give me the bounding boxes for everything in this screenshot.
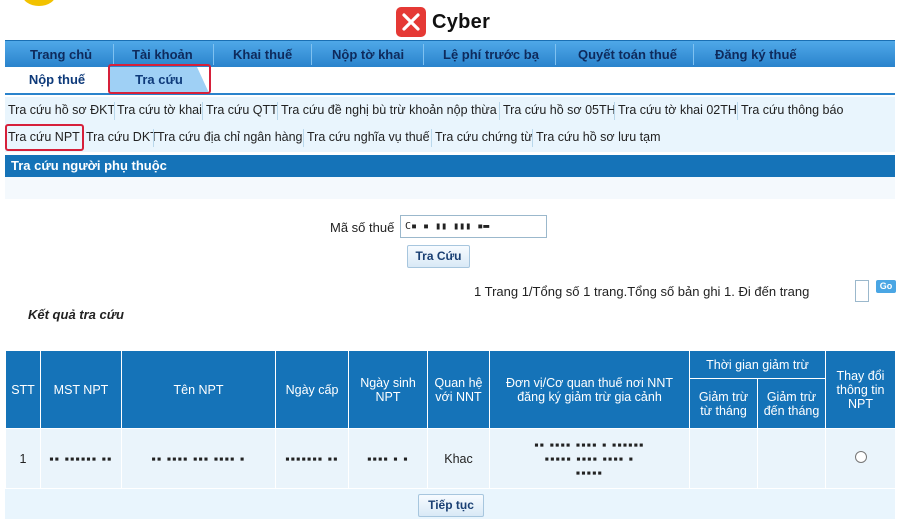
search-button[interactable]: Tra Cứu — [407, 245, 470, 268]
link-separator — [431, 129, 432, 147]
change-info-radio[interactable] — [854, 451, 867, 463]
nav-separator — [113, 44, 114, 65]
cell-issue-date: ▪▪▪▪▪▪▪ ▪▪ — [275, 428, 349, 489]
link-separator — [614, 102, 615, 120]
brand-name: Cyber — [432, 10, 491, 33]
cell-unit-line: ▪▪ ▪▪▪▪ ▪▪▪▪ ▪ ▪▪▪▪▪▪ — [534, 437, 645, 452]
nav-home[interactable]: Trang chủ — [30, 41, 92, 68]
header-npt-name: Tên NPT — [121, 350, 276, 429]
section-title: Tra cứu người phụ thuộc — [5, 155, 895, 177]
cell-mst-npt: ▪▪ ▪▪▪▪▪▪ ▪▪ — [40, 428, 122, 489]
top-navigation: Trang chủ Tài khoản Khai thuế Nộp tờ kha… — [5, 40, 895, 67]
link-lookup-declaration[interactable]: Tra cứu tờ khai — [117, 103, 202, 117]
nav-registration-fee[interactable]: Lệ phí trước bạ — [443, 41, 539, 68]
header-birth-date: Ngày sinh NPT — [348, 350, 428, 429]
nav-separator — [423, 44, 424, 65]
nav-separator — [555, 44, 556, 65]
header-mst-npt: MST NPT — [40, 350, 122, 429]
page-number-input[interactable] — [855, 280, 869, 302]
nav-tax-finalization[interactable]: Quyết toán thuế — [578, 41, 677, 68]
link-separator — [499, 102, 500, 120]
link-separator — [303, 129, 304, 147]
header-deduction-period: Thời gian giảm trừ — [689, 350, 826, 379]
header-change-info: Thay đổi thông tin NPT — [825, 350, 896, 429]
link-lookup-02th[interactable]: Tra cứu tờ khai 02TH — [618, 103, 737, 117]
nav-separator — [693, 44, 694, 65]
tax-code-input[interactable]: C▪ ▪ ▮▮ ▮▮▮ ▪▬ — [400, 215, 547, 238]
link-lookup-receipts[interactable]: Tra cứu chứng từ — [435, 130, 533, 144]
nav-submit-declaration[interactable]: Nộp tờ khai — [332, 41, 404, 68]
cell-registration-unit: ▪▪ ▪▪▪▪ ▪▪▪▪ ▪ ▪▪▪▪▪▪ ▪▪▪▪▪ ▪▪▪▪ ▪▪▪▪ ▪ … — [489, 428, 690, 489]
pagination-text: 1 Trang 1/Tổng số 1 trang.Tổng số bản gh… — [474, 284, 810, 299]
corner-decoration — [22, 0, 56, 6]
go-button[interactable]: Go — [876, 280, 896, 293]
header-registration-unit: Đơn vị/Cơ quan thuế nơi NNT đăng ký giảm… — [489, 350, 690, 429]
cell-unit-line: ▪▪▪▪▪ ▪▪▪▪ ▪▪▪▪ ▪ — [544, 451, 635, 466]
nav-tax-registration[interactable]: Đăng ký thuế — [715, 41, 797, 68]
link-lookup-notice[interactable]: Tra cứu thông báo — [741, 103, 843, 117]
link-separator — [153, 129, 154, 147]
header-deduction-to: Giảm trừ đến tháng — [757, 378, 826, 429]
link-separator — [277, 102, 278, 120]
highlight-box-lookup-tab — [108, 64, 211, 94]
link-lookup-tax-obligation[interactable]: Tra cứu nghĩa vụ thuế — [307, 130, 430, 144]
nav-separator — [311, 44, 312, 65]
cell-birth-date: ▪▪▪▪ ▪ ▪ — [348, 428, 428, 489]
header-issue-date: Ngày cấp — [275, 350, 349, 429]
highlight-box-npt-link — [5, 124, 84, 151]
link-separator — [737, 102, 738, 120]
link-lookup-qtt[interactable]: Tra cứu QTT — [206, 103, 278, 117]
cyber-logo: Cyber — [396, 7, 490, 37]
cell-deduction-to — [757, 428, 826, 489]
cyber-logo-icon — [396, 7, 426, 37]
tax-code-label: Mã số thuế — [330, 220, 395, 235]
results-title: Kết quả tra cứu — [28, 307, 124, 322]
nav-separator — [213, 44, 214, 65]
link-separator — [114, 102, 115, 120]
nav-declare-tax[interactable]: Khai thuế — [233, 41, 292, 68]
link-lookup-05th[interactable]: Tra cứu hồ sơ 05TH — [503, 103, 616, 117]
cell-deduction-from — [689, 428, 758, 489]
link-separator — [202, 102, 203, 120]
link-lookup-registration[interactable]: Tra cứu hồ sơ ĐKT — [8, 103, 115, 117]
link-lookup-dkt[interactable]: Tra cứu DKT — [86, 130, 158, 144]
continue-button[interactable]: Tiếp tục — [418, 494, 484, 517]
link-lookup-draft-records[interactable]: Tra cứu hồ sơ lưu tạm — [536, 130, 661, 144]
table-row: 1 ▪▪ ▪▪▪▪▪▪ ▪▪ ▪▪ ▪▪▪▪ ▪▪▪ ▪▪▪▪ ▪ ▪▪▪▪▪▪… — [5, 428, 896, 489]
link-separator — [532, 129, 533, 147]
header-stt: STT — [5, 350, 41, 429]
header-deduction-from: Giảm trừ từ tháng — [689, 378, 758, 429]
header-relation: Quan hệ với NNT — [427, 350, 490, 429]
lookup-links-bar: Tra cứu hồ sơ ĐKT Tra cứu tờ khai Tra cứ… — [5, 97, 895, 152]
link-lookup-bank-address[interactable]: Tra cứu địa chỉ ngân hàng — [157, 130, 303, 144]
cell-stt: 1 — [5, 428, 41, 489]
section-subbar — [5, 177, 895, 199]
tab-pay-tax[interactable]: Nộp thuế — [17, 67, 97, 93]
cell-change-info — [825, 428, 896, 489]
results-table: STT MST NPT Tên NPT Ngày cấp Ngày sinh N… — [5, 350, 896, 489]
cell-unit-line: ▪▪▪▪▪ — [575, 465, 604, 480]
cell-relation: Khac — [427, 428, 490, 489]
cell-npt-name: ▪▪ ▪▪▪▪ ▪▪▪ ▪▪▪▪ ▪ — [121, 428, 276, 489]
link-lookup-offset-request[interactable]: Tra cứu đề nghị bù trừ khoản nộp thừa — [281, 103, 497, 117]
